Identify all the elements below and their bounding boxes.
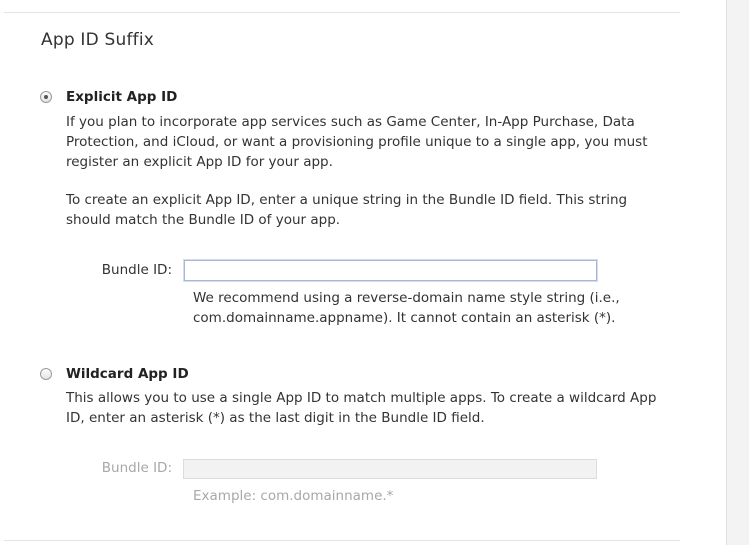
wildcard-bundle-id-input[interactable]: [183, 459, 597, 479]
wildcard-description-line: This allows you to use a single App ID t…: [66, 390, 657, 406]
app-id-suffix-panel: App ID Suffix Explicit App ID If you pla…: [4, 0, 680, 545]
wildcard-app-id-radio[interactable]: [40, 368, 52, 380]
explicit-description-line: If you plan to incorporate app services …: [66, 114, 635, 130]
wildcard-bundle-id-label: Bundle ID:: [101, 460, 172, 476]
explicit-app-id-label[interactable]: Explicit App ID: [66, 89, 177, 105]
wildcard-app-id-label[interactable]: Wildcard App ID: [66, 366, 189, 382]
bottom-divider: [4, 540, 680, 541]
explicit-bundle-id-input[interactable]: [184, 260, 597, 281]
top-divider: [4, 12, 680, 13]
wildcard-bundle-id-example: Example: com.domainname.*: [193, 488, 394, 504]
explicit-hint-line: com.domainname.appname). It cannot conta…: [193, 310, 616, 326]
explicit-instruction-line: To create an explicit App ID, enter a un…: [66, 192, 628, 208]
explicit-bundle-id-label: Bundle ID:: [101, 262, 172, 278]
section-title: App ID Suffix: [41, 30, 155, 50]
explicit-description-line: register an explicit App ID for your app…: [66, 154, 333, 170]
app-id-suffix-page: App ID Suffix Explicit App ID If you pla…: [0, 0, 749, 545]
explicit-hint-line: We recommend using a reverse-domain name…: [193, 290, 620, 306]
explicit-app-id-radio[interactable]: [40, 91, 52, 103]
explicit-instruction-line: should match the Bundle ID of your app.: [66, 212, 341, 228]
right-scroll-gutter[interactable]: [726, 0, 749, 545]
explicit-description-line: Protection, and iCloud, or want a provis…: [66, 134, 648, 150]
wildcard-description-line: ID, enter an asterisk (*) as the last di…: [66, 410, 485, 426]
